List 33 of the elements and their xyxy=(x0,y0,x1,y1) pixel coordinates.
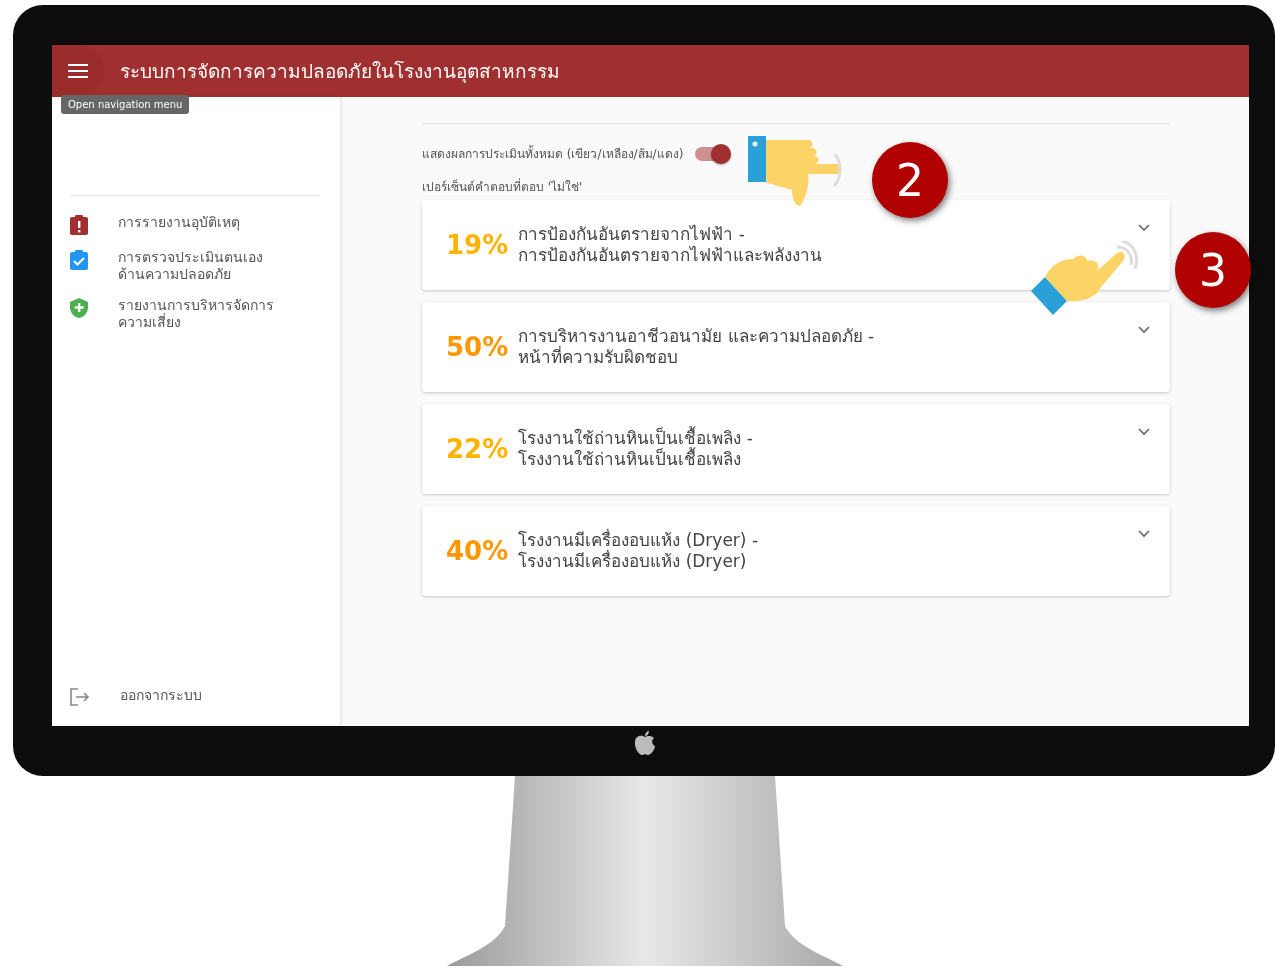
chevron-down-icon xyxy=(1138,428,1150,436)
logout-icon xyxy=(70,688,90,706)
card-title: โรงงานใช้ถ่านหินเป็นเชื้อเพลิง - โรงงานใช้ถ่านหินเป็นเชื้อเพลิง xyxy=(518,428,753,470)
chevron-down-icon xyxy=(1138,530,1150,538)
percent-value: 50% xyxy=(446,332,509,362)
result-card[interactable]: 22% โรงงานใช้ถ่านหินเป็นเชื้อเพลิง - โรงงานใช้ถ่านหินเป็นเชื้อเพลิง xyxy=(422,404,1170,494)
card-title: การบริหารงานอาชีวอนามัย และความปลอดภัย - หน้าที่ความรับผิดชอบ xyxy=(518,326,875,368)
toggle-label: แสดงผลการประเมินทั้งหมด (เขียว/เหลือง/ส้ม/แดง) xyxy=(422,144,684,163)
chevron-down-icon xyxy=(1138,326,1150,334)
toggle-switch[interactable] xyxy=(695,146,730,161)
result-card[interactable]: 19% การป้องกันอันตรายจากไฟฟ้า - การป้องกันอันตรายจากไฟฟ้าและพลังงาน xyxy=(422,200,1170,290)
nav-item[interactable]: การรายงานอุบัติเหตุ xyxy=(70,212,320,247)
logout-item[interactable]: ออกจากระบบ xyxy=(70,685,320,718)
tooltip: Open navigation menu xyxy=(61,95,190,114)
apple-logo-icon xyxy=(634,730,656,756)
pointing-hand-icon xyxy=(748,136,844,208)
check-clipboard-icon xyxy=(70,250,88,270)
shield-plus-icon xyxy=(70,298,88,318)
nav-item[interactable]: รายงานการบริหารจัดการ ความเสี่ยง xyxy=(70,295,320,343)
card-title: โรงงานมีเครื่องอบแห้ง (Dryer) - โรงงานมีเครื่องอบแห้ง (Dryer) xyxy=(518,530,759,572)
percent-value: 40% xyxy=(446,536,509,566)
menu-icon xyxy=(68,64,88,78)
nav-item[interactable]: การตรวจประเมินตนเอง ด้านความปลอดภัย xyxy=(70,247,320,295)
result-card[interactable]: 40% โรงงานมีเครื่องอบแห้ง (Dryer) - โรงงานมีเครื่องอบแห้ง (Dryer) xyxy=(422,506,1170,596)
percent-value: 22% xyxy=(446,434,509,464)
result-card[interactable]: 50% การบริหารงานอาชีวอนามัย และความปลอดภัย - หน้าที่ความรับผิดชอบ xyxy=(422,302,1170,392)
app-title: ระบบการจัดการความปลอดภัยในโรงงานอุตสาหกรรม xyxy=(120,59,560,85)
card-title: การป้องกันอันตรายจากไฟฟ้า - การป้องกันอันตรายจากไฟฟ้าและพลังงาน xyxy=(518,224,823,266)
chevron-down-icon xyxy=(1138,224,1150,232)
menu-button[interactable] xyxy=(52,45,104,97)
percent-value: 19% xyxy=(446,230,509,260)
alert-clipboard-icon xyxy=(70,215,88,235)
section-subtitle: เปอร์เซ็นต์คำตอบที่ตอบ 'ไม่ใช่' xyxy=(422,177,583,196)
